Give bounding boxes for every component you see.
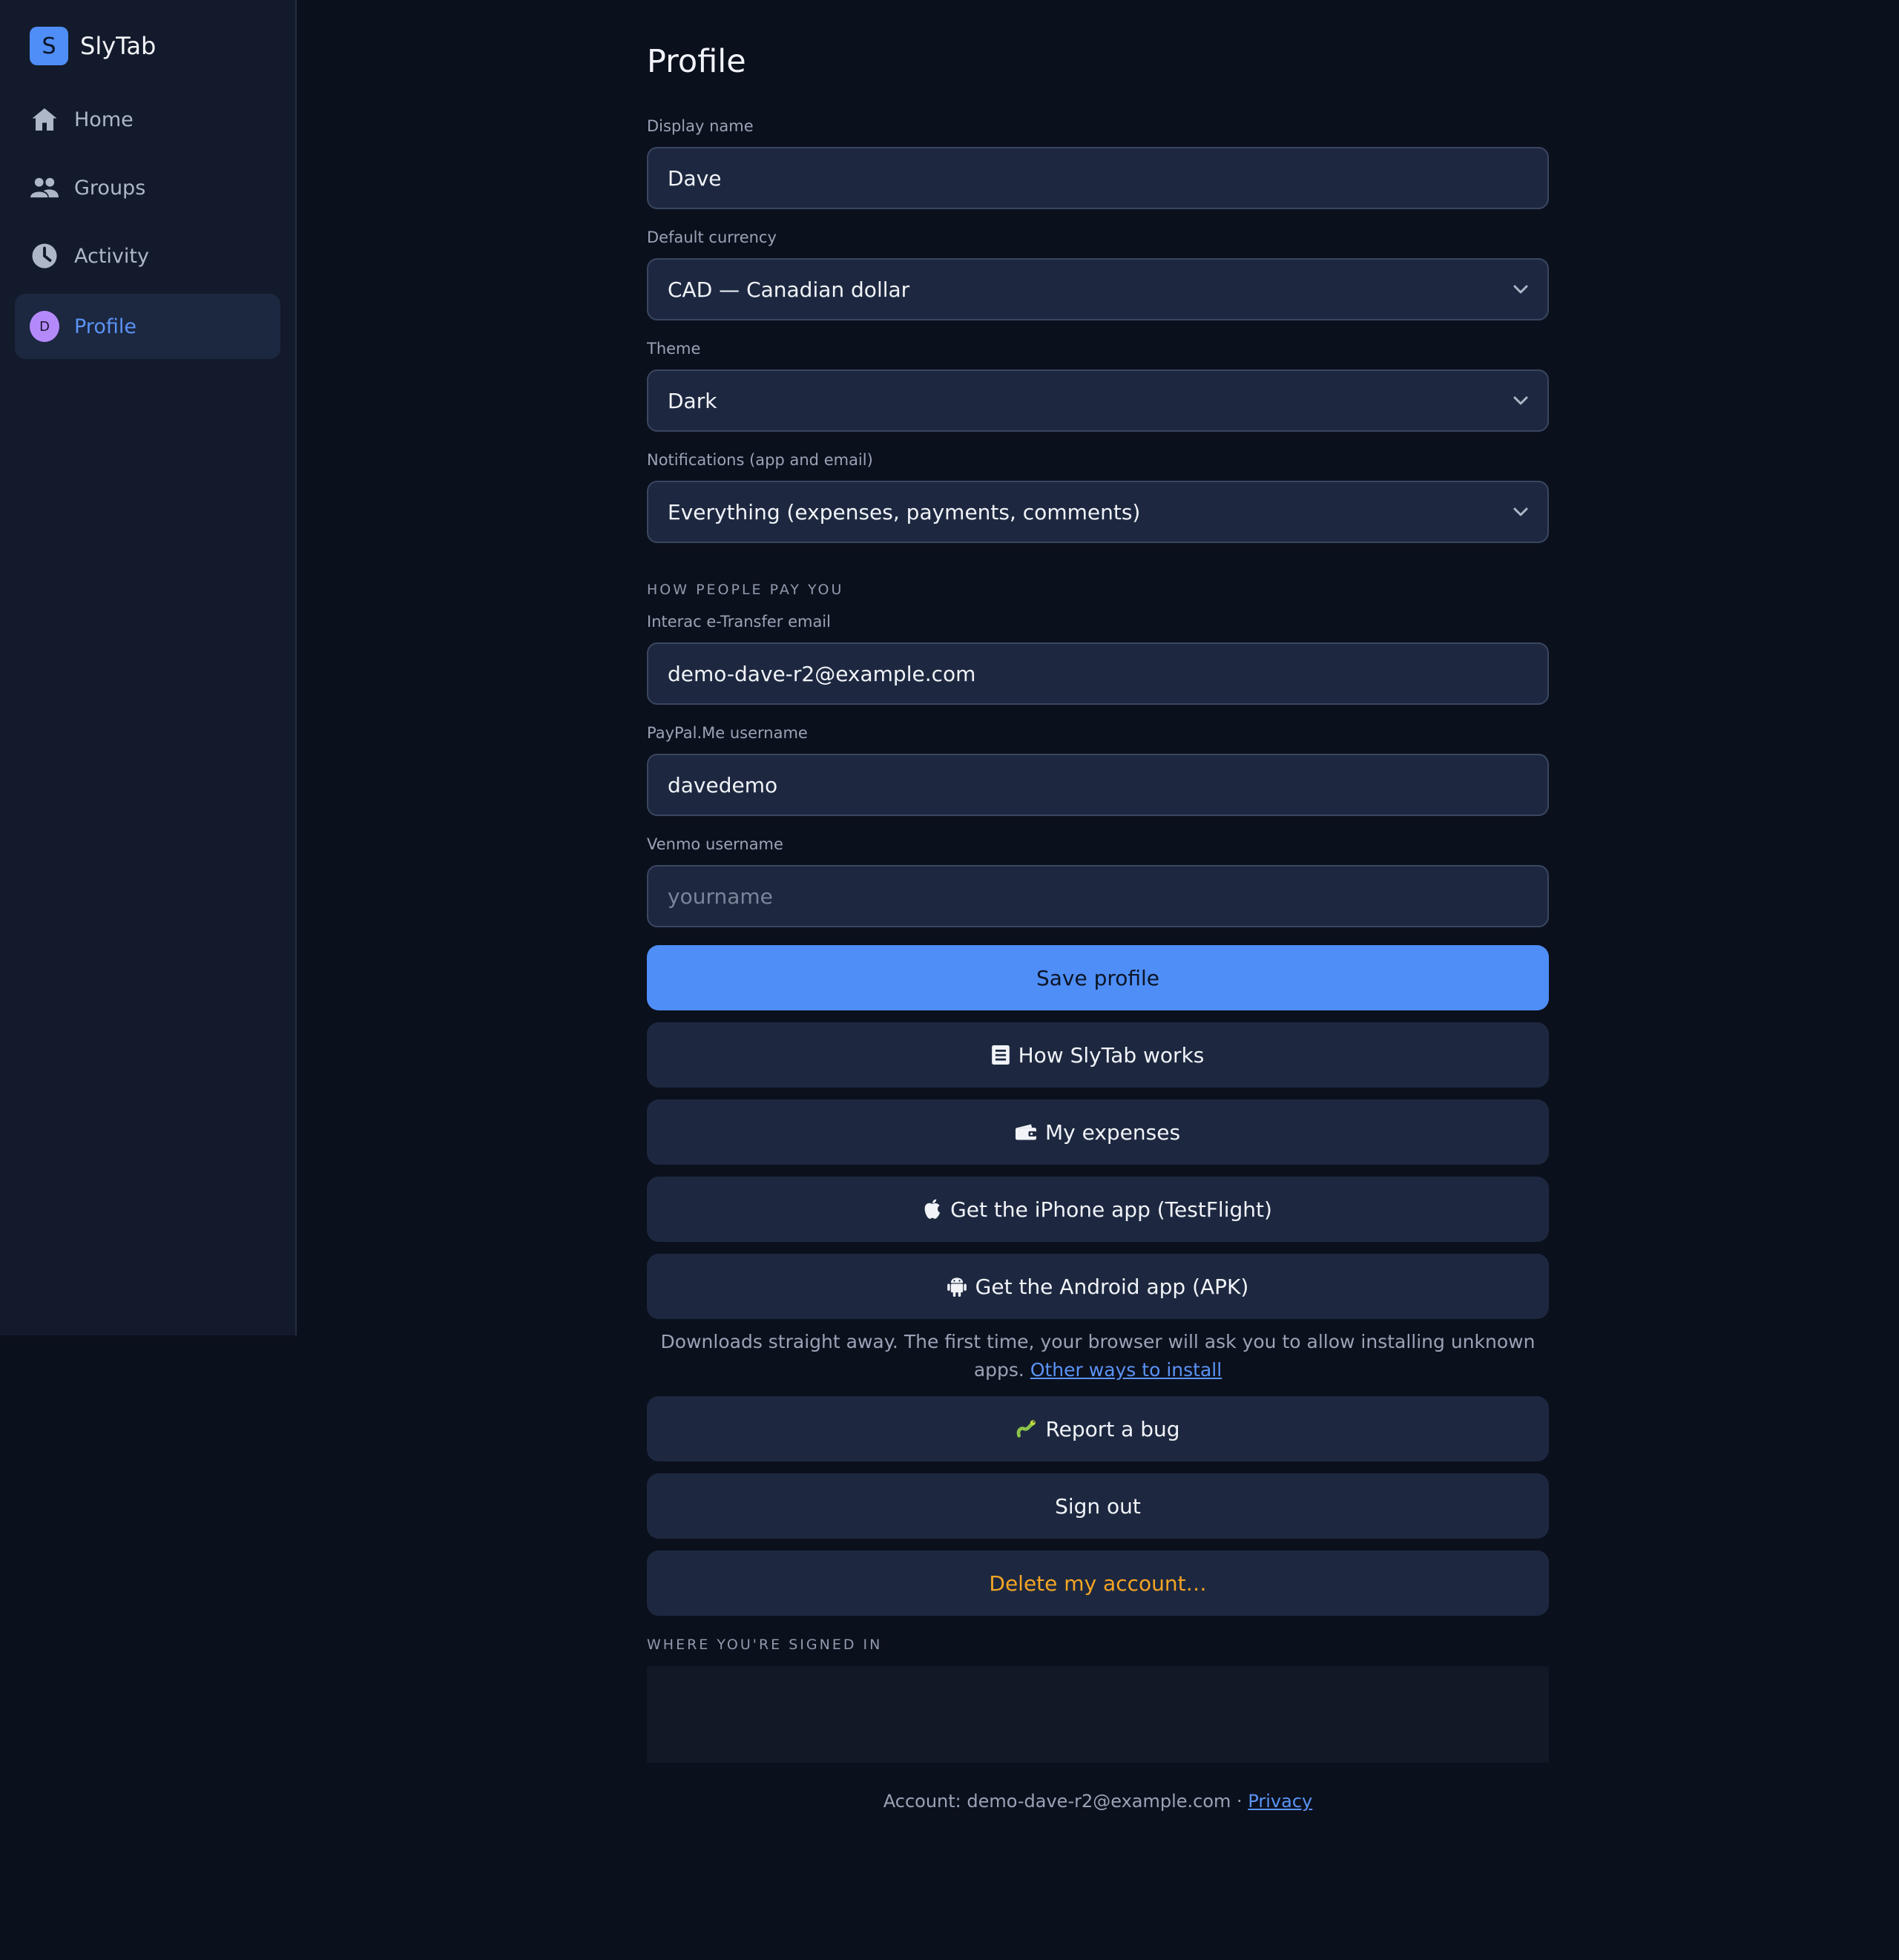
sidebar-item-label: Home [74, 108, 134, 131]
android-app-button[interactable]: Get the Android app (APK) [647, 1254, 1549, 1319]
chevron-down-icon [1513, 285, 1528, 294]
sidebar: S SlyTab Home Groups Activity D Profile [0, 0, 297, 1335]
my-expenses-button[interactable]: My expenses [647, 1099, 1549, 1165]
android-icon [947, 1276, 967, 1297]
display-name-label: Display name [647, 117, 754, 135]
notifications-select[interactable]: Everything (expenses, payments, comments… [647, 481, 1549, 543]
android-help-text: Downloads straight away. The first time,… [647, 1328, 1549, 1384]
bug-icon [1016, 1418, 1036, 1439]
account-email-text: Account: demo-dave-r2@example.com · [883, 1791, 1248, 1812]
chevron-down-icon [1513, 507, 1528, 516]
sidebar-item-label: Profile [74, 315, 136, 338]
document-icon [991, 1045, 1010, 1065]
brand[interactable]: S SlyTab [30, 27, 156, 65]
report-bug-button[interactable]: Report a bug [647, 1396, 1549, 1461]
sidebar-item-profile[interactable]: D Profile [15, 294, 280, 359]
footer: Account: demo-dave-r2@example.com · Priv… [647, 1791, 1549, 1812]
avatar-letter: D [30, 311, 59, 342]
paypal-username-input[interactable]: davedemo [647, 754, 1549, 816]
interac-email-input[interactable]: demo-dave-r2@example.com [647, 642, 1549, 705]
brand-name: SlyTab [80, 32, 157, 60]
delete-account-label: Delete my account… [989, 1571, 1207, 1596]
delete-account-button[interactable]: Delete my account… [647, 1550, 1549, 1616]
sidebar-item-home[interactable]: Home [15, 87, 280, 152]
pay-section-heading: HOW PEOPLE PAY YOU [647, 582, 844, 598]
sidebar-item-label: Activity [74, 244, 149, 268]
avatar: D [30, 311, 59, 342]
other-install-ways-link[interactable]: Other ways to install [1030, 1359, 1222, 1381]
sessions-list [647, 1666, 1549, 1763]
sidebar-item-activity[interactable]: Activity [15, 223, 280, 289]
page-title: Profile [647, 43, 746, 80]
chevron-down-icon [1513, 396, 1528, 405]
brand-logo: S [30, 27, 68, 65]
home-icon [30, 105, 59, 134]
display-name-input[interactable]: Dave [647, 147, 1549, 209]
display-name-value: Dave [668, 165, 722, 191]
how-it-works-label: How SlyTab works [1018, 1042, 1205, 1068]
theme-select[interactable]: Dark [647, 369, 1549, 432]
paypal-label: PayPal.Me username [647, 724, 808, 742]
theme-label: Theme [647, 340, 701, 358]
wallet-icon [1015, 1124, 1036, 1140]
currency-label: Default currency [647, 228, 777, 246]
interac-label: Interac e-Transfer email [647, 613, 831, 631]
how-it-works-button[interactable]: How SlyTab works [647, 1022, 1549, 1088]
currency-value: CAD — Canadian dollar [668, 277, 910, 302]
venmo-username-input[interactable]: yourname [647, 865, 1549, 927]
notifications-value: Everything (expenses, payments, comments… [668, 499, 1141, 524]
android-app-label: Get the Android app (APK) [975, 1274, 1249, 1299]
paypal-username-value: davedemo [668, 772, 778, 798]
theme-value: Dark [668, 388, 717, 413]
people-icon [30, 173, 59, 203]
privacy-link[interactable]: Privacy [1248, 1791, 1312, 1812]
iphone-app-label: Get the iPhone app (TestFlight) [950, 1197, 1272, 1222]
my-expenses-label: My expenses [1044, 1119, 1181, 1145]
sidebar-item-groups[interactable]: Groups [15, 155, 280, 220]
sign-out-button[interactable]: Sign out [647, 1473, 1549, 1539]
currency-select[interactable]: CAD — Canadian dollar [647, 258, 1549, 320]
sidebar-item-label: Groups [74, 176, 146, 200]
apple-icon [924, 1199, 941, 1220]
venmo-username-placeholder: yourname [668, 884, 773, 909]
sign-out-label: Sign out [1055, 1493, 1141, 1519]
notifications-label: Notifications (app and email) [647, 451, 873, 469]
sessions-heading: WHERE YOU'RE SIGNED IN [647, 1637, 883, 1653]
clock-icon [30, 241, 59, 271]
save-profile-button[interactable]: Save profile [647, 945, 1549, 1010]
venmo-label: Venmo username [647, 835, 783, 853]
iphone-app-button[interactable]: Get the iPhone app (TestFlight) [647, 1177, 1549, 1242]
save-profile-label: Save profile [1036, 965, 1160, 990]
interac-email-value: demo-dave-r2@example.com [668, 661, 976, 686]
report-bug-label: Report a bug [1045, 1416, 1180, 1441]
